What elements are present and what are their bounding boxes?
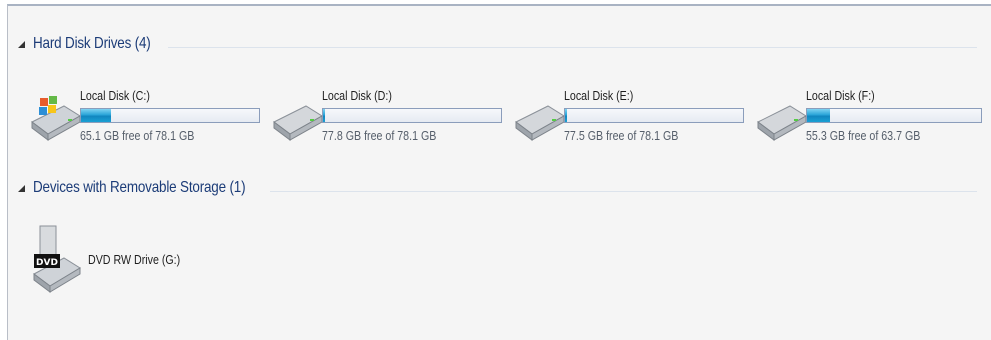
- group-divider: [168, 47, 977, 48]
- drive-name: Local Disk (F:): [806, 88, 875, 103]
- explorer-content-pane: Hard Disk Drives (4) Local Disk (C:) 65.…: [7, 4, 991, 340]
- drive-free-space: 65.1 GB free of 78.1 GB: [80, 128, 195, 143]
- collapse-triangle-icon[interactable]: [18, 41, 26, 49]
- drive-item-c[interactable]: Local Disk (C:) 65.1 GB free of 78.1 GB: [30, 88, 266, 164]
- drive-usage-fill: [323, 109, 325, 122]
- drive-usage-bar: [806, 108, 982, 123]
- hard-disk-icon: [515, 105, 565, 141]
- drive-usage-fill: [565, 109, 567, 122]
- drive-usage-bar: [564, 108, 744, 123]
- drive-usage-bar: [80, 108, 260, 123]
- drive-item-d[interactable]: Local Disk (D:) 77.8 GB free of 78.1 GB: [272, 88, 508, 164]
- svg-text:DVD: DVD: [36, 258, 58, 268]
- drive-name: Local Disk (E:): [564, 88, 634, 103]
- hard-disk-icon: [757, 105, 807, 141]
- group-title-hard-disk-drives[interactable]: Hard Disk Drives (4): [33, 35, 151, 53]
- group-title-removable-storage[interactable]: Devices with Removable Storage (1): [33, 179, 246, 197]
- collapse-triangle-icon[interactable]: [18, 185, 26, 193]
- drive-usage-fill: [807, 109, 830, 122]
- group-divider: [270, 191, 977, 192]
- group-hard-disk-drives: Hard Disk Drives (4): [8, 35, 991, 59]
- group-removable-storage: Devices with Removable Storage (1): [8, 179, 991, 203]
- drive-usage-fill: [81, 109, 112, 122]
- drive-name: Local Disk (D:): [322, 88, 392, 103]
- drive-item-f[interactable]: Local Disk (F:) 55.3 GB free of 63.7 GB: [756, 88, 988, 164]
- windows-drive-icon: [31, 96, 81, 141]
- drive-name: DVD RW Drive (G:): [88, 252, 181, 267]
- dvd-drive-icon: DVD: [33, 225, 81, 293]
- hard-disk-icon: [273, 105, 323, 141]
- drive-free-space: 77.8 GB free of 78.1 GB: [322, 128, 437, 143]
- drive-usage-bar: [322, 108, 502, 123]
- drive-free-space: 77.5 GB free of 78.1 GB: [564, 128, 679, 143]
- drive-item-e[interactable]: Local Disk (E:) 77.5 GB free of 78.1 GB: [514, 88, 750, 164]
- drive-name: Local Disk (C:): [80, 88, 150, 103]
- drive-item-g[interactable]: DVD DVD RW Drive (G:): [30, 224, 190, 300]
- drive-free-space: 55.3 GB free of 63.7 GB: [806, 128, 921, 143]
